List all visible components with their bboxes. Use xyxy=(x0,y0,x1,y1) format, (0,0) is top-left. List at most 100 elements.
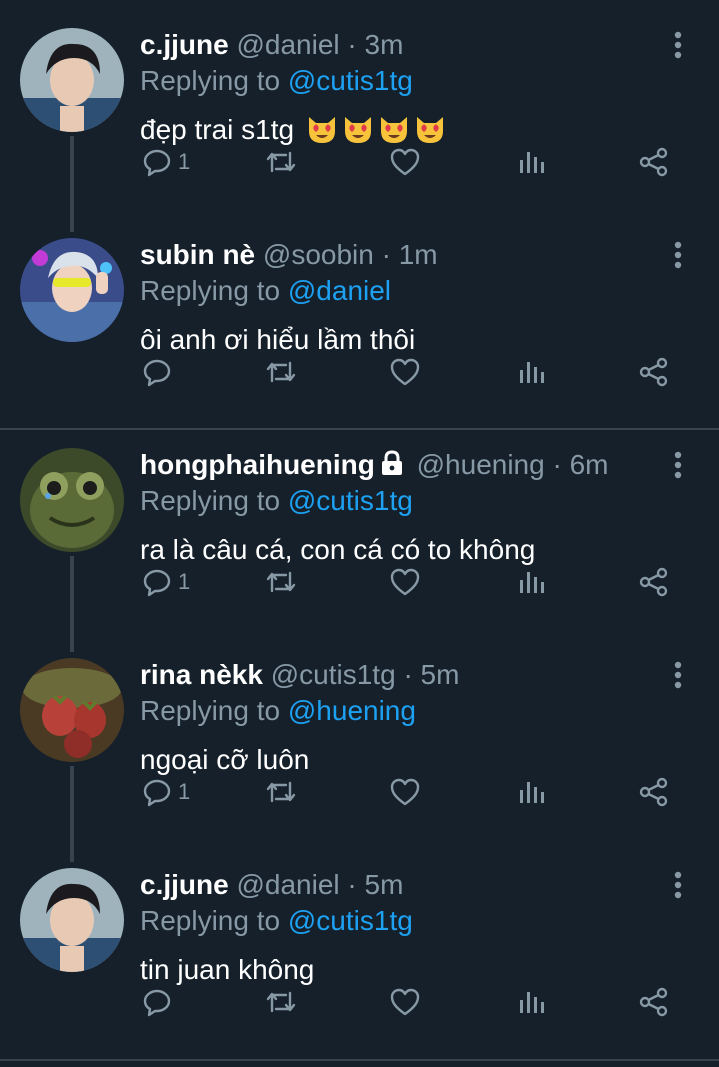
tweet-header: rina nèkk @cutis1tg · 5m xyxy=(140,658,459,692)
reply-button[interactable] xyxy=(142,352,178,392)
like-button[interactable] xyxy=(389,352,421,392)
replying-to: Replying to @daniel xyxy=(140,274,391,308)
more-options-button[interactable] xyxy=(664,240,692,270)
more-vertical-icon xyxy=(674,451,682,479)
mention-link[interactable]: @cutis1tg xyxy=(288,485,413,516)
reply-button[interactable]: 1 xyxy=(142,142,190,182)
avatar[interactable] xyxy=(20,868,124,972)
tweet[interactable]: subin nè @soobin · 1m Replying to @danie… xyxy=(0,210,719,420)
replying-to: Replying to @huening xyxy=(140,694,416,728)
reply-button[interactable]: 1 xyxy=(142,562,190,602)
tweet-text-content: đẹp trai s1tg xyxy=(140,114,295,145)
more-options-button[interactable] xyxy=(664,30,692,60)
tweet-text-content: ngoại cỡ luôn xyxy=(140,744,310,775)
retweet-icon xyxy=(266,361,296,383)
tweet-actions: 1 xyxy=(0,562,719,602)
heart-icon xyxy=(390,358,420,386)
timestamp[interactable]: 1m xyxy=(399,239,438,270)
timestamp[interactable]: 3m xyxy=(365,29,404,60)
reply-button[interactable] xyxy=(142,982,178,1022)
share-icon xyxy=(639,987,668,1017)
display-name[interactable]: c.jjune xyxy=(140,869,229,900)
thread-divider xyxy=(0,1059,719,1061)
separator: · xyxy=(347,29,357,60)
share-button[interactable] xyxy=(638,142,670,182)
share-icon xyxy=(639,567,668,597)
share-button[interactable] xyxy=(638,982,670,1022)
display-name[interactable]: rina nèkk xyxy=(140,659,263,690)
reply-button[interactable]: 1 xyxy=(142,772,190,812)
timestamp[interactable]: 6m xyxy=(570,449,609,480)
analytics-button[interactable] xyxy=(516,142,546,182)
avatar[interactable] xyxy=(20,238,124,342)
retweet-button[interactable] xyxy=(264,982,298,1022)
analytics-button[interactable] xyxy=(516,772,546,812)
share-button[interactable] xyxy=(638,772,670,812)
display-name[interactable]: c.jjune xyxy=(140,29,229,60)
lock-icon xyxy=(381,450,402,475)
separator: · xyxy=(403,659,413,690)
share-button[interactable] xyxy=(638,352,670,392)
tweet-header: hongphaihuening @huening · 6m xyxy=(140,448,609,482)
like-button[interactable] xyxy=(389,772,421,812)
avatar[interactable] xyxy=(20,448,124,552)
like-button[interactable] xyxy=(389,562,421,602)
share-icon xyxy=(639,777,668,807)
analytics-button[interactable] xyxy=(516,982,546,1022)
avatar-image xyxy=(20,28,124,132)
timestamp[interactable]: 5m xyxy=(421,659,460,690)
heart-eyes-cat-emoji xyxy=(308,117,335,143)
username[interactable]: @huening xyxy=(417,449,545,480)
username[interactable]: @daniel xyxy=(236,869,339,900)
analytics-button[interactable] xyxy=(516,352,546,392)
replying-to-label: Replying to xyxy=(140,65,288,96)
username[interactable]: @soobin xyxy=(263,239,374,270)
username[interactable]: @cutis1tg xyxy=(271,659,396,690)
display-name[interactable]: hongphaihuening xyxy=(140,449,375,480)
analytics-icon xyxy=(520,572,544,593)
heart-eyes-cat-emoji xyxy=(344,117,371,143)
replying-to: Replying to @cutis1tg xyxy=(140,484,413,518)
tweet[interactable]: rina nèkk @cutis1tg · 5m Replying to @hu… xyxy=(0,630,719,862)
replying-to-label: Replying to xyxy=(140,485,288,516)
tweet[interactable]: c.jjune @daniel · 3m Replying to @cutis1… xyxy=(0,0,719,232)
mention-link[interactable]: @daniel xyxy=(288,275,391,306)
share-icon xyxy=(639,357,668,387)
retweet-button[interactable] xyxy=(264,772,298,812)
avatar-image xyxy=(20,448,124,552)
username[interactable]: @daniel xyxy=(236,29,339,60)
retweet-button[interactable] xyxy=(264,142,298,182)
display-name[interactable]: subin nè xyxy=(140,239,255,270)
timestamp[interactable]: 5m xyxy=(365,869,404,900)
tweet[interactable]: c.jjune @daniel · 5m Replying to @cutis1… xyxy=(0,840,719,1050)
mention-link[interactable]: @cutis1tg xyxy=(288,65,413,96)
more-options-button[interactable] xyxy=(664,870,692,900)
analytics-icon xyxy=(520,362,544,383)
reply-count: 1 xyxy=(178,779,191,804)
mention-link[interactable]: @huening xyxy=(288,695,416,726)
avatar-image xyxy=(20,238,124,342)
retweet-button[interactable] xyxy=(264,352,298,392)
heart-icon xyxy=(390,568,420,596)
reply-icon xyxy=(143,149,171,177)
retweet-icon xyxy=(266,151,296,173)
replying-to-label: Replying to xyxy=(140,275,288,306)
tweet[interactable]: hongphaihuening @huening · 6m Replying t… xyxy=(0,420,719,652)
avatar[interactable] xyxy=(20,658,124,762)
tweet-text-content: ôi anh ơi hiểu lầm thôi xyxy=(140,324,416,355)
avatar[interactable] xyxy=(20,28,124,132)
analytics-button[interactable] xyxy=(516,562,546,602)
reply-icon xyxy=(143,779,171,807)
like-button[interactable] xyxy=(389,982,421,1022)
mention-link[interactable]: @cutis1tg xyxy=(288,905,413,936)
more-options-button[interactable] xyxy=(664,660,692,690)
replying-to-label: Replying to xyxy=(140,905,288,936)
like-button[interactable] xyxy=(389,142,421,182)
more-vertical-icon xyxy=(674,871,682,899)
share-button[interactable] xyxy=(638,562,670,602)
retweet-button[interactable] xyxy=(264,562,298,602)
tweet-header: subin nè @soobin · 1m xyxy=(140,238,438,272)
tweet-text-content: tin juan không xyxy=(140,954,315,985)
separator: · xyxy=(381,239,391,270)
more-options-button[interactable] xyxy=(664,450,692,480)
